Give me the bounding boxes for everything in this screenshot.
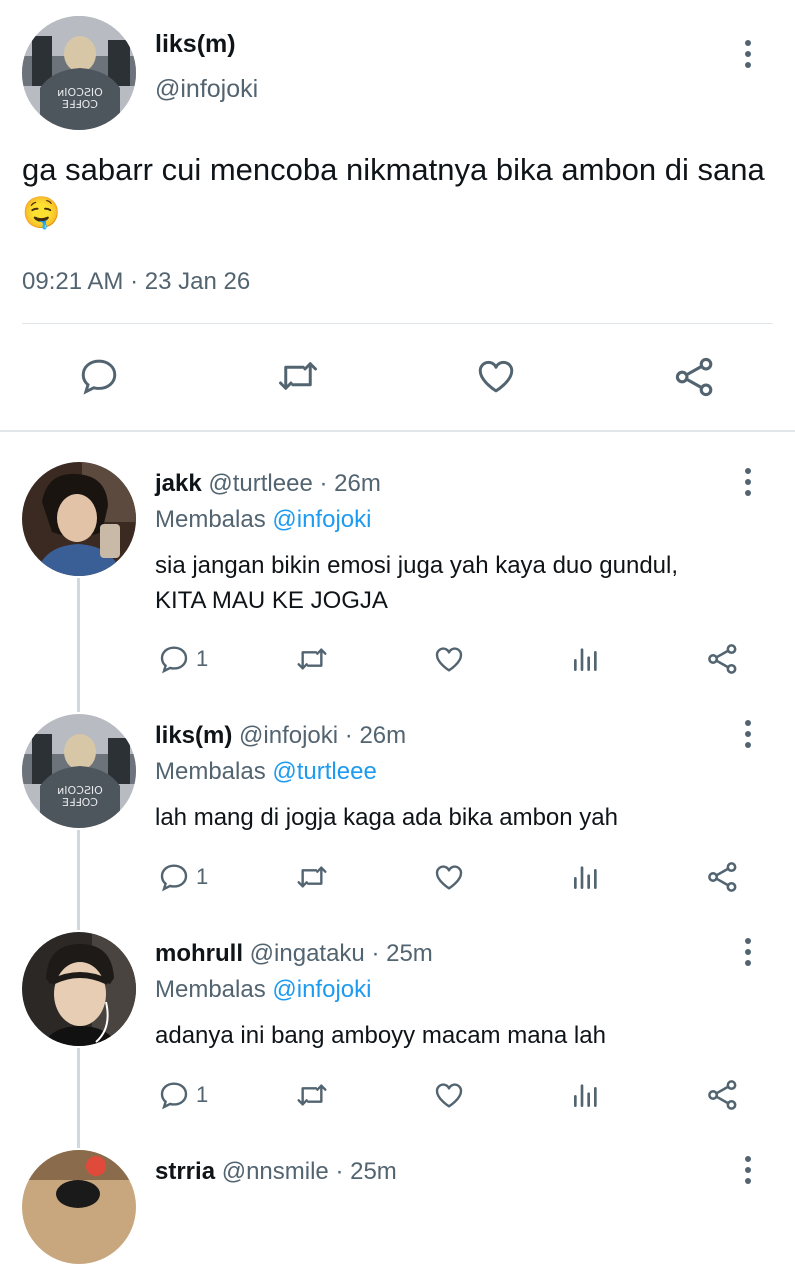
reply-count: 1 [196, 646, 209, 671]
like-icon [435, 647, 463, 672]
reply-avatar[interactable] [22, 1150, 136, 1264]
reply-text: lah mang di jogja kaga ada bika ambon ya… [155, 800, 775, 835]
svg-text:ƎℲℲOƆ: ƎℲℲOƆ [62, 796, 98, 809]
reply-author-name[interactable]: liks(m) [155, 722, 232, 749]
replying-to-label: Membalas [155, 506, 266, 533]
reply-analytics-button[interactable] [570, 643, 602, 675]
main-tweet-body: ga sabarr cui mencoba nikmatnya bika amb… [22, 152, 765, 187]
like-icon [435, 1083, 463, 1108]
reply-header: jakk @turtleee · 26m [155, 470, 381, 498]
reply-more-menu-icon[interactable] [736, 462, 760, 502]
reply-analytics-button[interactable] [570, 1079, 602, 1111]
reply-retweet-button[interactable] [294, 1079, 330, 1111]
reply-author-name[interactable]: mohrull [155, 940, 243, 967]
main-tweet-timestamp: 09:21 AM · 23 Jan 26 [22, 268, 250, 296]
like-icon [435, 865, 463, 890]
reply-author-name[interactable]: jakk [155, 470, 202, 497]
reply-avatar[interactable] [22, 462, 136, 576]
reply-context: Membalas @turtleee [155, 758, 377, 786]
reply-avatar[interactable]: ᴎIOƆƧIO ƎℲℲOƆ [22, 714, 136, 828]
reply-text: adanya ini bang amboyy macam mana lah [155, 1018, 775, 1053]
replying-to-handle[interactable]: @infojoki [272, 506, 371, 533]
reply-share-button[interactable] [706, 1078, 740, 1112]
replying-to-label: Membalas [155, 976, 266, 1003]
reply-text-line: KITA MAU KE JOGJA [155, 587, 388, 614]
share-icon [708, 1080, 737, 1110]
reply-retweet-button[interactable] [294, 861, 330, 893]
reply-header: mohrull @ingataku · 25m [155, 940, 433, 968]
thread-line [77, 1048, 80, 1148]
thread-line [77, 578, 80, 712]
reply-retweet-button[interactable] [294, 643, 330, 675]
reply-like-button[interactable] [432, 861, 466, 893]
share-icon [708, 862, 737, 892]
reply-age: · 26m [344, 722, 407, 749]
replying-to-handle[interactable]: @infojoki [272, 976, 371, 1003]
reply-more-menu-icon[interactable] [736, 714, 760, 754]
reply-analytics-button[interactable] [570, 861, 602, 893]
main-author-handle[interactable]: @infojoki [155, 75, 258, 104]
main-reply-button[interactable] [78, 355, 120, 397]
share-icon [675, 357, 713, 397]
main-share-button[interactable] [672, 355, 718, 399]
tweet-date: 23 Jan 26 [144, 268, 251, 295]
main-divider [22, 323, 773, 324]
reply-count: 1 [196, 864, 209, 889]
main-tweet-text: ga sabarr cui mencoba nikmatnya bika amb… [22, 148, 772, 234]
retweet-icon [279, 362, 317, 390]
retweet-icon [297, 866, 327, 888]
main-author-name[interactable]: liks(m) [155, 30, 236, 59]
replying-to-handle[interactable]: @turtleee [272, 758, 376, 785]
reply-text-line: sia jangan bikin emosi juga yah kaya duo… [155, 552, 679, 579]
reply-text-line: adanya ini bang amboyy macam mana lah [155, 1022, 606, 1049]
reply-reply-button[interactable]: 1 [158, 643, 208, 675]
reply-reply-button[interactable]: 1 [158, 1079, 208, 1111]
reply-age: · 25m [371, 940, 433, 967]
reply-icon [160, 864, 188, 892]
reply-share-button[interactable] [706, 860, 740, 894]
meta-separator: · [130, 268, 139, 295]
replying-to-label: Membalas [155, 758, 266, 785]
reply-share-button[interactable] [706, 642, 740, 676]
reply-author-handle[interactable]: @nnsmile [222, 1158, 329, 1185]
reply-like-button[interactable] [432, 643, 466, 675]
reply-like-button[interactable] [432, 1079, 466, 1111]
reply-context: Membalas @infojoki [155, 976, 371, 1004]
analytics-icon [574, 866, 597, 889]
reply-more-menu-icon[interactable] [736, 932, 760, 972]
reply-icon [160, 1082, 188, 1110]
reply-author-name[interactable]: strria [155, 1158, 215, 1185]
share-icon [708, 644, 737, 674]
tweet-time: 09:21 AM [22, 268, 124, 295]
reply-header: strria @nnsmile · 25m [155, 1158, 397, 1186]
reply-age: · 26m [319, 470, 381, 497]
reply-icon [160, 646, 188, 674]
main-more-menu-icon[interactable] [736, 34, 760, 74]
reply-more-menu-icon[interactable] [736, 1150, 760, 1200]
main-like-button[interactable] [474, 355, 518, 397]
reply-context: Membalas @infojoki [155, 506, 371, 534]
reply-author-handle[interactable]: @turtleee [208, 470, 312, 497]
reply-icon [81, 359, 117, 395]
analytics-icon [574, 1084, 597, 1107]
retweet-icon [297, 648, 327, 670]
like-icon [478, 360, 514, 393]
drooling-emoji: 🤤 [22, 195, 61, 230]
thread-line [77, 830, 80, 930]
reply-age: · 25m [335, 1158, 397, 1185]
svg-text:ƎℲℲOƆ: ƎℲℲOƆ [62, 98, 98, 111]
reply-author-handle[interactable]: @infojoki [239, 722, 338, 749]
main-retweet-button[interactable] [274, 355, 322, 397]
analytics-icon [574, 648, 597, 671]
reply-reply-button[interactable]: 1 [158, 861, 208, 893]
reply-avatar[interactable] [22, 932, 136, 1046]
reply-count: 1 [196, 1082, 209, 1107]
retweet-icon [297, 1084, 327, 1106]
reply-text: sia jangan bikin emosi juga yah kaya duo… [155, 548, 775, 618]
reply-header: liks(m) @infojoki · 26m [155, 722, 406, 750]
main-author-avatar[interactable]: ᴎIOƆƧIO ƎℲℲOƆ [22, 16, 136, 130]
section-divider [0, 430, 795, 432]
reply-text-line: lah mang di jogja kaga ada bika ambon ya… [155, 804, 618, 831]
reply-author-handle[interactable]: @ingataku [250, 940, 365, 967]
